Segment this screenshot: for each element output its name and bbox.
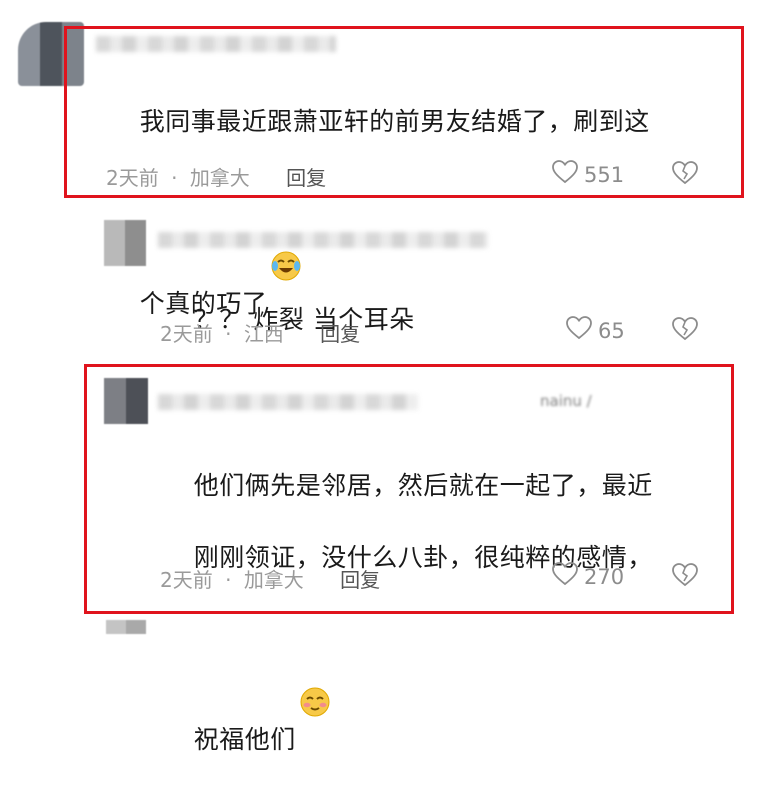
broken-heart-icon (672, 317, 698, 345)
meta-separator: · (225, 322, 232, 346)
reply-button[interactable]: 回复 (320, 322, 360, 346)
avatar-next-comment[interactable] (106, 620, 146, 634)
comment-meta: 2天前 · 江西 回复 (160, 318, 360, 347)
comment-location: 江西 (243, 322, 284, 346)
highlight-box-2 (84, 364, 734, 614)
dislike-button[interactable] (672, 317, 698, 345)
comment-text-line3: 祝福他们 (193, 725, 296, 754)
avatar[interactable] (104, 220, 146, 266)
like-button[interactable]: 65 (566, 316, 625, 345)
comment-time: 2天前 (160, 322, 213, 346)
username-blurred[interactable] (158, 232, 488, 248)
blushing-emoji-icon (298, 612, 332, 717)
like-count: 65 (598, 318, 625, 343)
heart-icon (566, 316, 592, 345)
highlight-box-1 (64, 26, 744, 198)
